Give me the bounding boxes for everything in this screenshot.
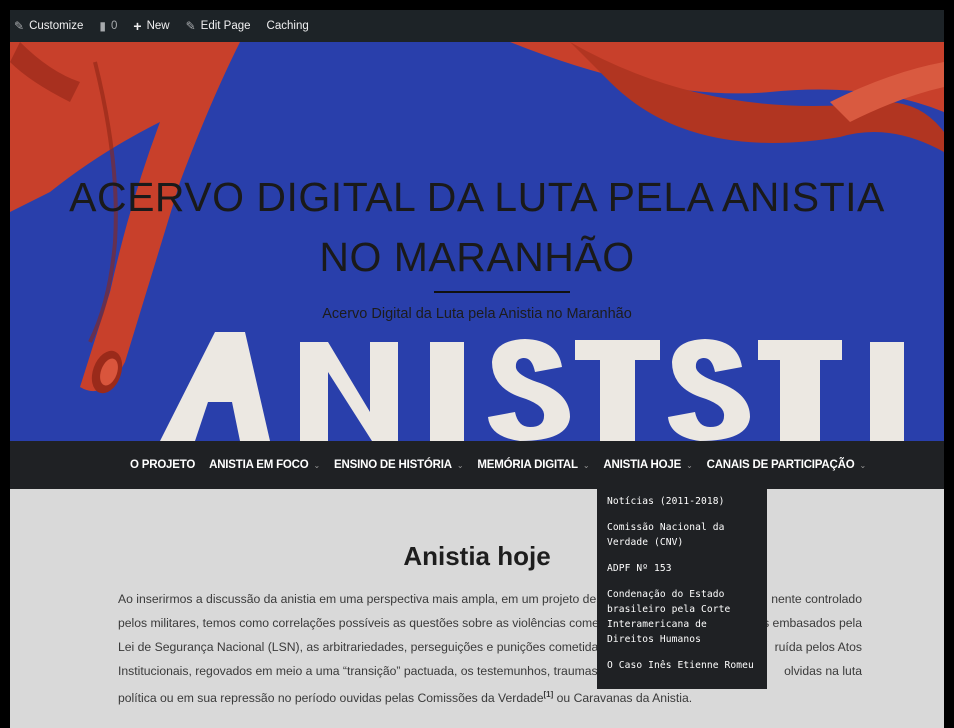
nav-item-label: CANAIS DE PARTICIPAÇÃO [706, 459, 855, 471]
chevron-down-icon: ⌄ [582, 460, 590, 470]
admin-bar: ✎ Customize ▮ 0 + New ✎ Edit Page Cachin… [10, 10, 944, 42]
line-text-end: ou Caravanas da Anistia. [553, 691, 693, 706]
line-text: Institucionais, regovados em meio a uma … [118, 664, 598, 678]
site-title-line-2: NO MARANHÃO [319, 234, 635, 280]
submenu-item-noticias[interactable]: Notícias (2011-2018) [597, 488, 767, 514]
chevron-down-icon: ⌄ [313, 460, 321, 470]
title-divider [434, 291, 570, 293]
anistia-hoje-submenu: Notícias (2011-2018) Comissão Nacional d… [597, 484, 767, 689]
nav-item-ensino-de-historia[interactable]: ENSINO DE HISTÓRIA ⌄ [334, 459, 464, 471]
submenu-item-condenacao[interactable]: Condenação do Estado brasileiro pela Cor… [597, 581, 767, 652]
comment-icon: ▮ [99, 19, 106, 33]
caching-link[interactable]: Caching [259, 10, 317, 42]
nav-item-label: MEMÓRIA DIGITAL [477, 459, 578, 471]
customize-link[interactable]: ✎ Customize [10, 10, 91, 42]
line-text: política ou em sua repressão no período … [118, 691, 544, 706]
line-text: Ao inserirmos a discussão da anistia em … [118, 592, 606, 606]
comments-count: 0 [111, 20, 118, 32]
nav-item-label: ENSINO DE HISTÓRIA [334, 459, 452, 471]
page-content: Anistia hoje Ao inserirmos a discussão d… [10, 489, 944, 728]
main-navigation: O PROJETO ANISTIA EM FOCO ⌄ ENSINO DE HI… [10, 441, 944, 489]
nav-item-canais-de-participacao[interactable]: CANAIS DE PARTICIPAÇÃO ⌄ [706, 459, 867, 471]
header-banner: ACERVO DIGITAL DA LUTA PELA ANISTIA NO M… [10, 42, 944, 441]
nav-item-anistia-em-foco[interactable]: ANISTIA EM FOCO ⌄ [209, 459, 320, 471]
line-text-end: olvidas na luta [784, 664, 862, 678]
line-text-end: nente controlado [771, 592, 862, 606]
edit-page-link[interactable]: ✎ Edit Page [178, 10, 259, 42]
nav-item-label: ANISTIA EM FOCO [209, 459, 309, 471]
page-title: Anistia hoje [403, 541, 551, 571]
customize-label: Customize [29, 20, 84, 32]
nav-item-label: ANISTIA HOJE [603, 459, 682, 471]
chevron-down-icon: ⌄ [456, 460, 464, 470]
browser-viewport: ✎ Customize ▮ 0 + New ✎ Edit Page Cachin… [10, 10, 944, 728]
chevron-down-icon: ⌄ [686, 460, 693, 470]
new-label: New [146, 20, 170, 32]
site-title[interactable]: ACERVO DIGITAL DA LUTA PELA ANISTIA NO M… [10, 167, 944, 287]
site-tagline: Acervo Digital da Luta pela Anistia no M… [322, 306, 632, 322]
nav-item-label: O PROJETO [130, 459, 196, 471]
new-content-link[interactable]: + New [125, 10, 177, 42]
comments-link[interactable]: ▮ 0 [91, 10, 125, 42]
nav-item-memoria-digital[interactable]: MEMÓRIA DIGITAL ⌄ [477, 459, 589, 471]
submenu-item-cnv[interactable]: Comissão Nacional da Verdade (CNV) [597, 514, 767, 555]
chevron-down-icon: ⌄ [859, 460, 866, 470]
submenu-item-adpf-153[interactable]: ADPF Nº 153 [597, 555, 767, 581]
line-text: Lei de Segurança Nacional (LSN), as arbi… [118, 640, 605, 654]
plus-icon: + [133, 18, 142, 34]
caching-label: Caching [266, 20, 309, 32]
line-text: pelos militares, temos como correlações … [118, 616, 603, 630]
pencil-icon: ✎ [185, 19, 196, 33]
footnote-link[interactable]: [1] [543, 690, 553, 699]
nav-item-anistia-hoje[interactable]: ANISTIA HOJE ⌄ [603, 459, 692, 471]
site-title-line-1: ACERVO DIGITAL DA LUTA PELA ANISTIA [69, 174, 885, 220]
brush-icon: ✎ [14, 19, 25, 33]
nav-item-o-projeto[interactable]: O PROJETO [130, 459, 195, 471]
line-text-end: ruída pelos Atos [774, 640, 862, 654]
line-text-end: s embasados pela [763, 616, 862, 630]
submenu-item-caso-ines[interactable]: O Caso Inês Etienne Romeu [597, 652, 767, 678]
edit-page-label: Edit Page [200, 20, 251, 32]
